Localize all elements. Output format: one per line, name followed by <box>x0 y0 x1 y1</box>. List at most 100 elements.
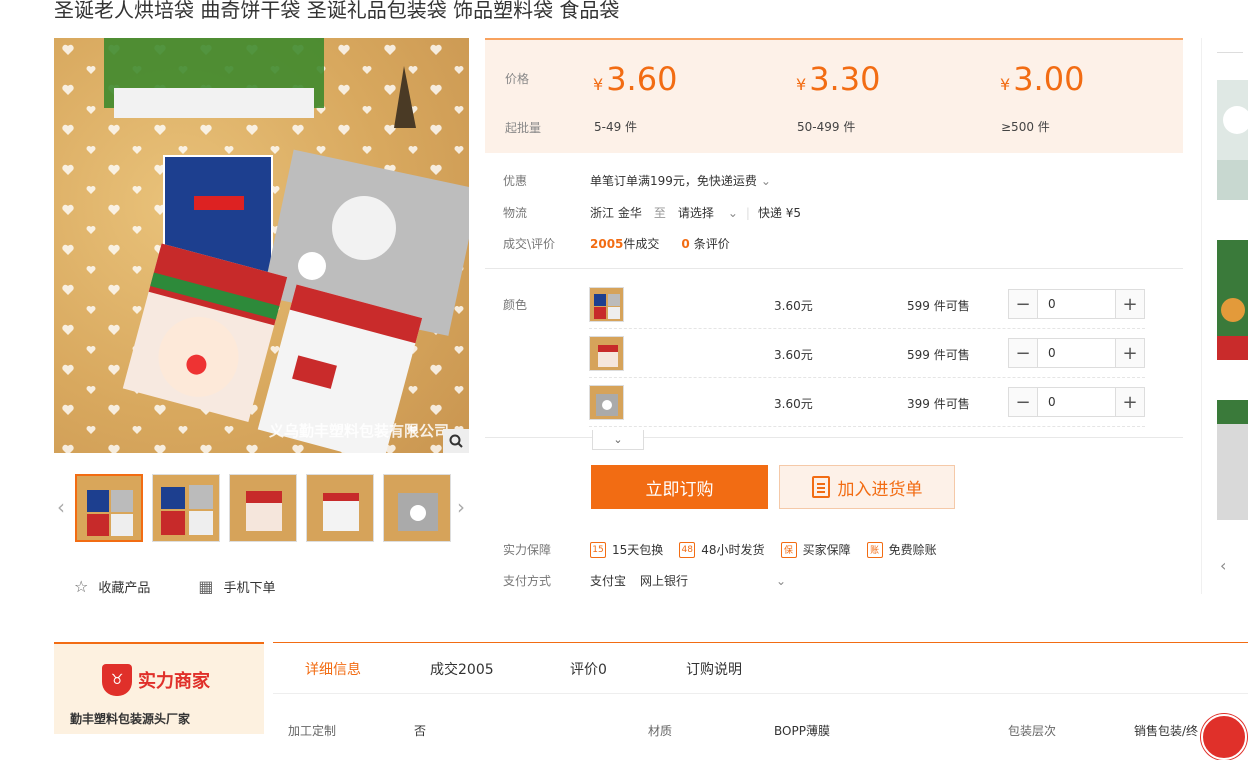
price-tier-1: ¥3.60 <box>593 60 678 98</box>
shop-card[interactable]: ♉ 实力商家 勤丰塑料包装源头厂家 <box>54 642 264 734</box>
tab-details[interactable]: 详细信息 <box>305 643 430 695</box>
guarantee-text: 15天包换 <box>612 543 664 557</box>
sku-price: 3.60元 <box>774 348 813 362</box>
color-label: 颜色 <box>503 298 528 312</box>
price-tier-3: ¥3.00 <box>1000 60 1085 98</box>
promo-text[interactable]: 单笔订单满199元，免快递运费 <box>590 172 757 189</box>
shop-badge-text: 实力商家 <box>138 671 210 692</box>
attr-layer-label: 包装层次 <box>1008 724 1057 738</box>
chevron-down-icon[interactable]: ⌄ <box>761 174 771 188</box>
sku-thumbnail-2[interactable] <box>589 336 624 371</box>
thumbnail-strip: ‹ › <box>54 474 469 542</box>
attr-material-label: 材质 <box>648 724 673 738</box>
guarantee-text: 买家保障 <box>802 543 851 557</box>
decrease-button[interactable]: − <box>1009 290 1037 318</box>
batch-tier-3: ≥500 件 <box>1001 120 1050 134</box>
increase-button[interactable]: + <box>1116 339 1144 367</box>
quantity-input[interactable]: 0 <box>1037 388 1116 416</box>
attr-layer-value: 销售包装/终 <box>1134 724 1199 738</box>
review-count[interactable]: 0 <box>681 237 689 251</box>
zoom-button[interactable] <box>443 429 469 453</box>
chevron-down-icon[interactable]: ⌄ <box>776 574 786 588</box>
increase-button[interactable]: + <box>1116 388 1144 416</box>
buy-now-button[interactable]: 立即订购 <box>591 465 768 509</box>
batch-label: 起批量 <box>505 121 542 135</box>
destination-select[interactable]: 请选择 <box>678 204 714 221</box>
logistics-label: 物流 <box>503 206 528 220</box>
logistics-row: 物流 浙江 金华 至 请选择 ⌄ | 快递 ¥5 <box>503 204 801 221</box>
floating-badge[interactable] <box>1201 714 1247 760</box>
sku-price: 3.60元 <box>774 299 813 313</box>
chevron-down-icon[interactable]: ⌄ <box>728 206 738 220</box>
guarantee-shipping[interactable]: 48 48小时发货 <box>679 541 765 558</box>
guarantee-text: 免费赊账 <box>888 543 937 557</box>
thumbnail-3[interactable] <box>229 474 297 542</box>
tab-reviews[interactable]: 评价0 <box>570 643 686 695</box>
promo-row: 优惠 单笔订单满199元，免快递运费 ⌄ <box>503 172 771 189</box>
divider <box>485 437 1183 438</box>
separator: | <box>745 205 750 220</box>
sku-thumbnail-3[interactable] <box>589 385 624 420</box>
guarantee-label: 实力保障 <box>503 543 552 557</box>
main-product-image[interactable]: 义乌勤丰塑料包装有限公司 <box>54 38 469 453</box>
batch-tier-2: 50-499 件 <box>797 120 856 134</box>
guarantee-buyer[interactable]: 保 买家保障 <box>780 541 851 558</box>
recommended-item[interactable] <box>1217 400 1248 520</box>
quantity-input[interactable]: 0 <box>1037 339 1116 367</box>
recommended-item[interactable] <box>1217 80 1248 200</box>
product-actions: ☆ 收藏产品 ▦ 手机下单 <box>54 576 469 596</box>
shop-badge: ♉ 实力商家 <box>102 664 210 696</box>
tab-deals[interactable]: 成交2005 <box>430 643 570 695</box>
tab-order-notes[interactable]: 订购说明 <box>686 643 806 695</box>
shield-icon: ♉ <box>102 664 132 696</box>
thumb-next-arrow[interactable]: › <box>454 494 468 520</box>
sku-row: 3.60元 599 件可售 − 0 + <box>589 330 1145 378</box>
favorite-button[interactable]: ☆ 收藏产品 <box>74 577 150 596</box>
thumbnail-5[interactable] <box>383 474 451 542</box>
increase-button[interactable]: + <box>1116 290 1144 318</box>
payment-row: 支付方式 支付宝 网上银行 ⌄ <box>503 572 786 589</box>
chevron-left-icon[interactable]: ‹ <box>1220 556 1226 575</box>
price-label: 价格 <box>505 72 530 86</box>
product-photo <box>54 38 469 453</box>
thumbnail-2[interactable] <box>152 474 220 542</box>
sku-row: 3.60元 399 件可售 − 0 + <box>589 379 1145 427</box>
promo-label: 优惠 <box>503 174 528 188</box>
deal-suffix: 件成交 <box>623 237 660 251</box>
chevron-down-icon: ⌄ <box>613 433 623 446</box>
deals-row: 成交\评价 2005 件成交 0 条评价 <box>503 235 730 252</box>
clipboard-icon <box>811 476 830 498</box>
exchange-icon: 15 <box>590 541 606 558</box>
recommended-item[interactable] <box>1217 240 1248 360</box>
origin-text: 浙江 金华 <box>590 206 642 220</box>
credit-icon: 账 <box>866 541 883 558</box>
thumbnail-1[interactable] <box>75 474 143 542</box>
attr-custom-label: 加工定制 <box>288 724 337 738</box>
shop-name: 勤丰塑料包装源头厂家 <box>70 712 191 726</box>
sku-stock: 599 件可售 <box>907 348 970 362</box>
payment-bank: 网上银行 <box>640 574 689 588</box>
magnifier-icon <box>449 434 463 448</box>
guarantee-exchange[interactable]: 15 15天包换 <box>590 541 663 558</box>
to-text: 至 <box>653 206 666 220</box>
mobile-order-button[interactable]: ▦ 手机下单 <box>198 577 275 596</box>
thumbnail-4[interactable] <box>306 474 374 542</box>
decrease-button[interactable]: − <box>1009 388 1037 416</box>
sku-thumbnail-1[interactable] <box>589 287 624 322</box>
quantity-stepper: − 0 + <box>1008 338 1145 368</box>
expand-sku-button[interactable]: ⌄ <box>592 430 644 450</box>
deal-count[interactable]: 2005 <box>590 237 623 251</box>
review-suffix: 条评价 <box>693 237 730 251</box>
thumb-prev-arrow[interactable]: ‹ <box>54 494 68 520</box>
add-to-cart-button[interactable]: 加入进货单 <box>779 465 955 509</box>
sku-stock: 399 件可售 <box>907 397 970 411</box>
sku-row: 3.60元 599 件可售 − 0 + <box>589 281 1145 329</box>
attr-custom-value: 否 <box>414 724 427 738</box>
sidebar-divider <box>1217 52 1243 53</box>
batch-tier-1: 5-49 件 <box>594 120 638 134</box>
guarantee-credit[interactable]: 账 免费赊账 <box>866 541 937 558</box>
express-fee: 快递 ¥5 <box>757 206 802 220</box>
decrease-button[interactable]: − <box>1009 339 1037 367</box>
detail-tabs: 详细信息 成交2005 评价0 订购说明 <box>273 642 1248 694</box>
quantity-input[interactable]: 0 <box>1037 290 1116 318</box>
